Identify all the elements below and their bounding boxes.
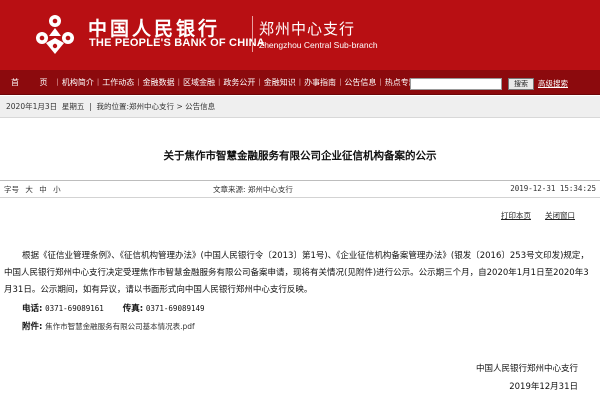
publish-time: 2019-12-31 15:34:25 [510, 184, 596, 193]
print-page-link[interactable]: 打印本页 [501, 210, 531, 221]
fax-label: 传真: [122, 304, 144, 314]
article-source: 文章来源: 郑州中心支行 [213, 184, 293, 195]
nav-item-financial-data[interactable]: 金融数据 [140, 70, 178, 95]
breadcrumb-bar: 2020年1月3日 星期五 | 我的位置:郑州中心支行 > 公告信息 [0, 96, 600, 118]
branch-name-cn: 郑州中心支行 [259, 20, 356, 38]
search-input[interactable] [410, 78, 502, 90]
current-weekday: 星期五 [61, 102, 85, 111]
breadcrumb-arrow: > [176, 102, 183, 111]
phone-label: 电话: [22, 304, 43, 314]
breadcrumb-link-announcements[interactable]: 公告信息 [185, 102, 215, 111]
signature-date: 2019年12月31日 [509, 382, 578, 392]
position-label: 我的位置: [96, 102, 130, 111]
breadcrumb-link-branch[interactable]: 郑州中心支行 [129, 102, 174, 111]
nav-items: 首 页 | 机构简介 | 工作动态 | 金融数据 | 区域金融 | 政务公开 |… [8, 70, 420, 95]
signature-org: 中国人民银行郑州中心支行 [475, 364, 578, 374]
source-label: 文章来源: [213, 185, 246, 194]
close-window-link[interactable]: 关闭窗口 [545, 210, 575, 221]
nav-item-service-guide[interactable]: 办事指南 [301, 70, 339, 95]
font-size-control: 字号 大 中 小 [4, 184, 61, 195]
nav-item-regional-finance[interactable]: 区域金融 [180, 70, 218, 95]
meta-divider [0, 180, 600, 181]
branch-name-en: Zhengzhou Central Sub-branch [259, 40, 378, 50]
nav-item-home[interactable]: 首 页 [8, 70, 57, 95]
pboc-logo-icon[interactable] [32, 12, 78, 56]
article-paragraph: 根据《征信业管理条例》、《征信机构管理办法》(中国人民银行令〔2013〕第1号)… [4, 251, 589, 295]
search-button[interactable]: 搜索 [508, 78, 534, 90]
attachment-label: 附件: [22, 322, 43, 332]
font-size-medium[interactable]: 中 [39, 185, 47, 194]
meta-divider-bottom [0, 197, 600, 198]
nav-item-news[interactable]: 工作动态 [99, 70, 137, 95]
phone-value: 0371-69089161 [45, 304, 104, 313]
site-header: 中国人民银行 THE PEOPLE'S BANK OF CHINA 郑州中心支行… [0, 0, 600, 70]
article-title: 关于焦作市智慧金融服务有限公司企业征信机构备案的公示 [163, 150, 437, 162]
breadcrumb-separator: | [89, 102, 92, 111]
nav-item-government-affairs[interactable]: 政务公开 [220, 70, 258, 95]
nav-item-announcements[interactable]: 公告信息 [341, 70, 379, 95]
article-body: 根据《征信业管理条例》、《征信机构管理办法》(中国人民银行令〔2013〕第1号)… [4, 248, 594, 299]
attachment-link[interactable]: 焦作市智慧金融服务有限公司基本情况表.pdf [45, 322, 195, 331]
font-size-label: 字号 [4, 185, 19, 194]
bank-name-en: THE PEOPLE'S BANK OF CHINA [89, 37, 265, 49]
header-divider [252, 16, 253, 52]
current-date: 2020年1月3日 [6, 102, 58, 111]
nav-item-financial-knowledge[interactable]: 金融知识 [261, 70, 299, 95]
font-size-small[interactable]: 小 [53, 185, 61, 194]
fax-value: 0371-69089149 [145, 304, 205, 313]
source-value: 郑州中心支行 [247, 185, 293, 194]
contact-info: 电话: 0371-69089161 传真: 0371-69089149 [22, 302, 205, 314]
nav-item-about[interactable]: 机构简介 [59, 70, 97, 95]
font-size-large[interactable]: 大 [25, 185, 33, 194]
attachment-row: 附件: 焦作市智慧金融服务有限公司基本情况表.pdf [22, 320, 195, 332]
breadcrumb: 2020年1月3日 星期五 | 我的位置:郑州中心支行 > 公告信息 [6, 96, 215, 118]
advanced-search-link[interactable]: 高级搜索 [538, 78, 568, 90]
